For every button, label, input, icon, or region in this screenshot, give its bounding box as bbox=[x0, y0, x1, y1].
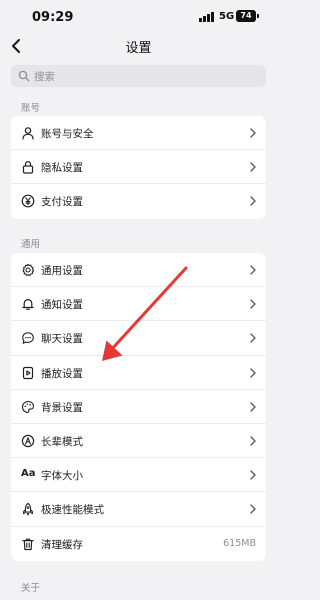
chevron-right-icon bbox=[250, 504, 256, 514]
settings-row-label: 隐私设置 bbox=[41, 162, 83, 175]
status-time: 09:29 bbox=[32, 10, 74, 25]
chat-bubble-icon bbox=[22, 332, 34, 345]
settings-row-playback[interactable]: 播放设置 bbox=[11, 356, 266, 390]
settings-row-label: 字体大小 bbox=[41, 470, 83, 483]
settings-row-notification[interactable]: 通知设置 bbox=[11, 287, 266, 322]
font-size-icon: Aa bbox=[21, 468, 36, 480]
settings-row-label: 播放设置 bbox=[41, 367, 83, 380]
elder-mode-icon bbox=[21, 434, 35, 448]
battery-icon: 74 bbox=[236, 10, 259, 22]
bell-icon bbox=[22, 299, 34, 310]
settings-row-privacy[interactable]: 隐私设置 bbox=[11, 150, 266, 185]
settings-row-label: 长辈模式 bbox=[41, 435, 83, 448]
rocket-icon bbox=[23, 503, 33, 517]
settings-row-label: 背景设置 bbox=[41, 401, 83, 414]
settings-row-general[interactable]: 通用设置 bbox=[11, 253, 266, 288]
settings-row-clear-cache[interactable]: 清理缓存 615MB bbox=[11, 527, 266, 561]
network-type: 5G bbox=[219, 11, 235, 22]
status-bar: 09:29 5G 74 bbox=[0, 0, 277, 34]
chevron-right-icon bbox=[250, 436, 256, 446]
settings-row-label: 账号与安全 bbox=[41, 128, 94, 140]
gear-icon bbox=[22, 263, 35, 277]
settings-row-label: 支付设置 bbox=[41, 196, 83, 209]
settings-row-label: 清理缓存 bbox=[41, 538, 83, 551]
settings-row-label: 极速性能模式 bbox=[41, 504, 104, 517]
search-placeholder: 搜索 bbox=[34, 71, 55, 83]
settings-row-font-size[interactable]: Aa 字体大小 bbox=[11, 458, 266, 493]
person-icon bbox=[22, 127, 34, 140]
chevron-right-icon bbox=[250, 265, 256, 275]
chevron-right-icon bbox=[250, 162, 256, 172]
settings-row-chat[interactable]: 聊天设置 bbox=[11, 321, 266, 356]
settings-row-background[interactable]: 背景设置 bbox=[11, 390, 266, 424]
account-settings-card: 账号与安全 隐私设置 支付设置 bbox=[11, 116, 266, 219]
nav-bar: 设置 bbox=[0, 34, 277, 58]
chevron-right-icon bbox=[250, 402, 256, 412]
section-title-general: 通用 bbox=[21, 239, 41, 250]
cache-size-value: 615MB bbox=[223, 537, 256, 549]
chevron-right-icon bbox=[250, 470, 256, 480]
play-box-icon bbox=[22, 366, 34, 379]
settings-row-label: 聊天设置 bbox=[41, 333, 83, 346]
yen-icon bbox=[21, 194, 35, 208]
chevron-right-icon bbox=[250, 367, 256, 378]
settings-row-label: 通知设置 bbox=[41, 299, 83, 312]
chevron-right-icon bbox=[250, 128, 256, 138]
trash-icon bbox=[22, 538, 34, 550]
chevron-right-icon bbox=[250, 333, 256, 344]
chevron-right-icon bbox=[250, 196, 256, 207]
section-title-account: 账号 bbox=[21, 103, 41, 114]
page-title: 设置 bbox=[125, 41, 152, 56]
chevron-right-icon bbox=[250, 299, 256, 309]
settings-row-elder-mode[interactable]: 长辈模式 bbox=[11, 424, 266, 459]
general-settings-card: 通用设置 通知设置 聊天设置 播放设置 背景设置 长辈模式 Aa 字体大小 极速… bbox=[11, 253, 266, 561]
settings-row-payment[interactable]: 支付设置 bbox=[11, 184, 266, 218]
settings-row-label: 通用设置 bbox=[41, 265, 83, 277]
search-input[interactable]: 搜索 bbox=[11, 65, 266, 87]
settings-row-performance-mode[interactable]: 极速性能模式 bbox=[11, 492, 266, 527]
lock-icon bbox=[22, 161, 34, 174]
search-icon bbox=[18, 70, 30, 82]
cellular-signal-icon bbox=[199, 12, 215, 22]
section-title-about: 关于 bbox=[21, 583, 41, 594]
settings-row-account-security[interactable]: 账号与安全 bbox=[11, 116, 266, 151]
palette-icon bbox=[21, 400, 35, 413]
